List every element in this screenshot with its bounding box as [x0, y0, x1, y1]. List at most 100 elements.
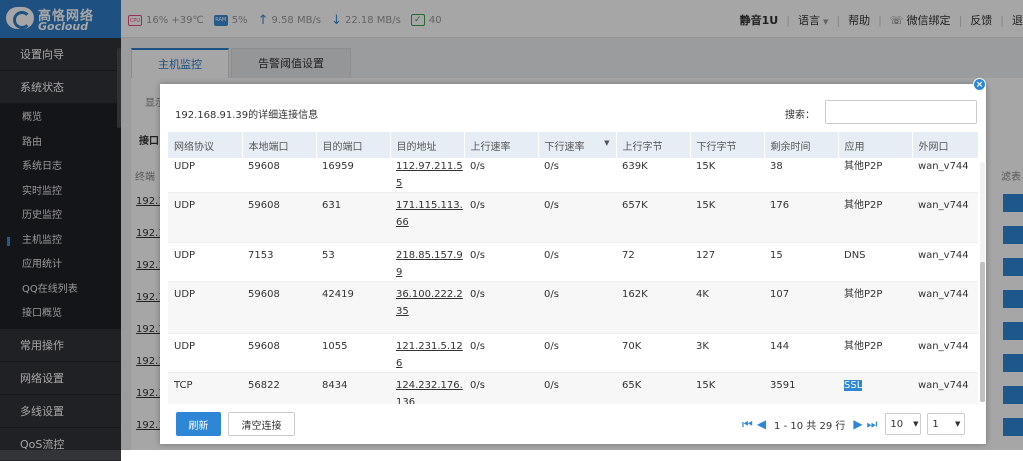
- cell-local-port: 56822: [242, 372, 316, 404]
- cell-up-rate: 0/s: [464, 242, 538, 282]
- cell-dest-address[interactable]: 124.232.176.136: [390, 372, 464, 404]
- cell-protocol: UDP: [168, 192, 242, 243]
- connection-detail-dialog: 192.168.91.39的详细连接信息 搜索： 网络协议 本地端口 目的端口 …: [160, 84, 986, 444]
- column-header[interactable]: 外网口: [912, 132, 978, 158]
- cell-down-bytes: 15K: [690, 372, 764, 404]
- cell-application: SSL: [838, 372, 912, 404]
- refresh-button[interactable]: 刷新: [176, 412, 221, 436]
- connection-table: 网络协议 本地端口 目的端口 目的地址 上行速率 下行速率 ▼ 上行字节 下行字节…: [168, 132, 978, 404]
- cell-application: 其他P2P: [838, 333, 912, 373]
- table-row: UDP 59608 42419 36.100.222.235 0/s 0/s 1…: [168, 281, 978, 334]
- cell-down-bytes: 15K: [690, 158, 764, 193]
- cell-local-port: 7153: [242, 242, 316, 282]
- last-page-icon[interactable]: ⏭: [867, 417, 878, 432]
- table-row: UDP 59608 1055 121.231.5.126 0/s 0/s 70K…: [168, 333, 978, 373]
- cell-remaining-time: 176: [764, 192, 838, 243]
- cell-dest-port: 16959: [316, 158, 390, 193]
- column-header[interactable]: 本地端口: [242, 132, 317, 158]
- cell-down-bytes: 15K: [690, 192, 764, 243]
- dialog-footer: 刷新 清空连接 ⏮ ◀ 1 - 10 共 29 行 ▶ ⏭ 10 ▼ 1 ▼: [160, 407, 986, 444]
- column-header-label: 下行速率: [544, 141, 585, 153]
- next-page-icon[interactable]: ▶: [853, 417, 862, 431]
- cell-wan-port: wan_v744: [912, 158, 978, 193]
- cell-dest-address[interactable]: 218.85.157.99: [390, 242, 464, 282]
- page-range-text: 1 - 10 共 29 行: [774, 420, 846, 432]
- cell-protocol: UDP: [168, 242, 242, 282]
- cell-down-rate: 0/s: [538, 281, 616, 334]
- cell-application: 其他P2P: [838, 281, 912, 334]
- cell-protocol: UDP: [168, 281, 242, 334]
- first-page-icon[interactable]: ⏮: [742, 417, 753, 432]
- selected-application-text: SSL: [844, 380, 863, 391]
- column-header[interactable]: 剩余时间: [764, 132, 839, 158]
- clear-connections-button[interactable]: 清空连接: [228, 412, 295, 436]
- cell-dest-port: 1055: [316, 333, 390, 373]
- column-header[interactable]: 下行字节: [690, 132, 765, 158]
- prev-page-icon[interactable]: ◀: [757, 417, 766, 431]
- cell-down-rate: 0/s: [538, 372, 616, 404]
- cell-local-port: 59608: [242, 281, 316, 334]
- column-header[interactable]: 网络协议: [168, 132, 243, 158]
- column-header[interactable]: 目的地址: [390, 132, 465, 158]
- cell-dest-port: 42419: [316, 281, 390, 334]
- column-header-sortable[interactable]: 下行速率 ▼: [538, 132, 617, 158]
- cell-up-bytes: 639K: [616, 158, 690, 193]
- cell-wan-port: wan_v744: [912, 281, 978, 334]
- cell-up-rate: 0/s: [464, 158, 538, 193]
- column-header[interactable]: 上行字节: [616, 132, 691, 158]
- close-icon[interactable]: ×: [973, 78, 986, 91]
- cell-dest-address[interactable]: 171.115.113.66: [390, 192, 464, 243]
- cell-up-rate: 0/s: [464, 333, 538, 373]
- dialog-title: 192.168.91.39的详细连接信息: [175, 110, 319, 121]
- cell-up-bytes: 72: [616, 242, 690, 282]
- cell-dest-port: 631: [316, 192, 390, 243]
- cell-remaining-time: 15: [764, 242, 838, 282]
- chevron-down-icon: ▼: [913, 420, 919, 428]
- cell-wan-port: wan_v744: [912, 242, 978, 282]
- cell-down-bytes: 127: [690, 242, 764, 282]
- cell-local-port: 59608: [242, 192, 316, 243]
- page-size-value: 10: [890, 418, 904, 430]
- cell-dest-address[interactable]: 112.97.211.55: [390, 158, 464, 193]
- cell-up-bytes: 162K: [616, 281, 690, 334]
- cell-protocol: UDP: [168, 158, 242, 193]
- cell-local-port: 59608: [242, 158, 316, 193]
- cell-dest-address[interactable]: 36.100.222.235: [390, 281, 464, 334]
- cell-remaining-time: 144: [764, 333, 838, 373]
- table-header-row: 网络协议 本地端口 目的端口 目的地址 上行速率 下行速率 ▼ 上行字节 下行字节…: [168, 132, 978, 158]
- cell-wan-port: wan_v744: [912, 333, 978, 373]
- table-row: UDP 59608 631 171.115.113.66 0/s 0/s 657…: [168, 192, 978, 243]
- cell-dest-port: 8434: [316, 372, 390, 404]
- cell-down-rate: 0/s: [538, 242, 616, 282]
- column-header[interactable]: 上行速率: [464, 132, 539, 158]
- chevron-down-icon: ▼: [955, 420, 961, 428]
- cell-up-rate: 0/s: [464, 192, 538, 243]
- cell-dest-address[interactable]: 121.231.5.126: [390, 333, 464, 373]
- cell-remaining-time: 3591: [764, 372, 838, 404]
- table-row: UDP 59608 16959 112.97.211.55 0/s 0/s 63…: [168, 158, 978, 193]
- table-row: UDP 7153 53 218.85.157.99 0/s 0/s 72 127…: [168, 242, 978, 282]
- cell-down-bytes: 4K: [690, 281, 764, 334]
- cell-dest-port: 53: [316, 242, 390, 282]
- cell-local-port: 59608: [242, 333, 316, 373]
- cell-up-bytes: 65K: [616, 372, 690, 404]
- cell-application: 其他P2P: [838, 192, 912, 243]
- search-label: 搜索：: [785, 110, 815, 121]
- page-number-value: 1: [932, 418, 939, 430]
- cell-application: DNS: [838, 242, 912, 282]
- page-number-select[interactable]: 1 ▼: [927, 413, 966, 435]
- column-header[interactable]: 目的端口: [316, 132, 391, 158]
- table-scrollbar[interactable]: [980, 162, 985, 402]
- scrollbar-thumb[interactable]: [980, 262, 985, 402]
- cell-up-bytes: 657K: [616, 192, 690, 243]
- page-size-select[interactable]: 10 ▼: [885, 413, 922, 435]
- cell-down-rate: 0/s: [538, 333, 616, 373]
- cell-wan-port: wan_v744: [912, 192, 978, 243]
- pagination: ⏮ ◀ 1 - 10 共 29 行 ▶ ⏭ 10 ▼ 1 ▼: [740, 412, 966, 436]
- search-input[interactable]: [825, 100, 977, 124]
- column-header[interactable]: 应用: [838, 132, 913, 158]
- cell-protocol: TCP: [168, 372, 242, 404]
- cell-up-rate: 0/s: [464, 372, 538, 404]
- cell-up-bytes: 70K: [616, 333, 690, 373]
- table-row: TCP 56822 8434 124.232.176.136 0/s 0/s 6…: [168, 372, 978, 404]
